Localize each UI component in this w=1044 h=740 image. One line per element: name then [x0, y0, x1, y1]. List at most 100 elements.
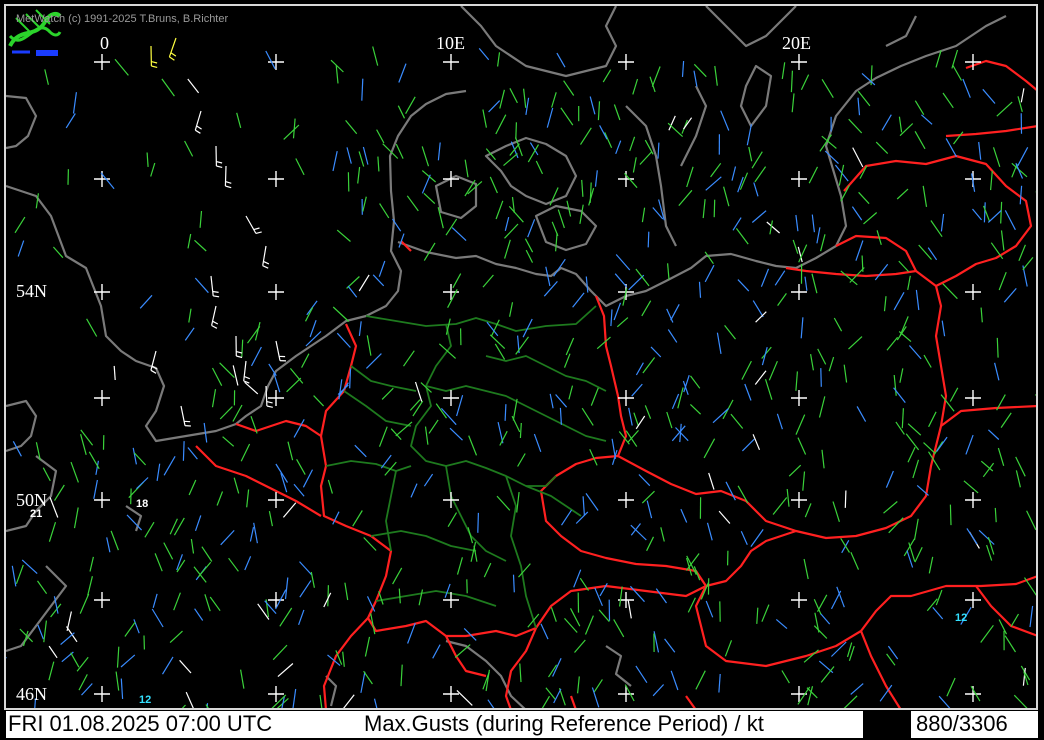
wind-barb: [723, 186, 730, 207]
wind-barb: [66, 611, 72, 632]
wind-barb: [963, 480, 979, 494]
wind-barb: [857, 90, 871, 107]
wind-barb: [631, 383, 643, 397]
wind-barb: [233, 477, 240, 494]
wind-barb: [816, 594, 828, 612]
wind-barb: [477, 512, 479, 533]
wind-barb: [289, 368, 304, 384]
wind-barb: [821, 449, 825, 469]
wind-barb: [302, 469, 314, 488]
wind-barb: [414, 381, 423, 402]
wind-barb: [811, 273, 818, 294]
wind-barb: [120, 678, 124, 699]
wind-barb: [499, 89, 505, 109]
wind-barb: [914, 546, 923, 563]
wind-barb: [635, 268, 650, 287]
grid-cross: [94, 54, 110, 70]
wind-barb: [907, 423, 922, 436]
wind-barb: [635, 665, 648, 684]
wind-barb: [483, 562, 492, 578]
wind-barb: [987, 429, 1000, 440]
wind-barb: [279, 607, 293, 627]
wind-barb: [173, 517, 185, 536]
wind-barb: [791, 93, 795, 113]
wind-barb: [597, 101, 601, 121]
wind-barb: [633, 412, 639, 427]
wind-barb: [1035, 191, 1038, 210]
wind-barb: [795, 371, 798, 391]
wind-barb: [614, 273, 628, 288]
wind-barb: [179, 704, 186, 710]
wind-barb: [201, 546, 213, 562]
wind-barb: [716, 332, 722, 355]
wind-barb: [966, 528, 978, 545]
wind-barb: [667, 329, 678, 343]
wind-barb: [366, 335, 372, 356]
wind-barb: [987, 210, 1002, 223]
wind-barb: [922, 185, 928, 207]
wind-barb: [512, 574, 515, 593]
wind-barb: [843, 364, 848, 383]
wind-barb: [487, 699, 496, 710]
wind-barb: [332, 306, 350, 322]
wind-barb: [752, 434, 761, 451]
wind-barb: [893, 387, 906, 403]
wind-barb: [144, 521, 155, 538]
wind-barb: [87, 576, 93, 596]
weather-map[interactable]: MetWatch (c) 1991-2025 T.Bruns, B.Richte…: [6, 6, 1038, 710]
wind-barb: [754, 370, 767, 385]
wind-barb: [857, 97, 861, 116]
wind-barb: [714, 65, 718, 86]
wind-barb: [358, 151, 365, 167]
wind-barb: [593, 679, 603, 693]
grid-cross: [443, 171, 459, 187]
wind-barb: [272, 644, 288, 661]
wind-barb: [899, 368, 904, 383]
wind-barb: [550, 607, 557, 622]
wind-barb: [275, 340, 287, 362]
wind-barb: [70, 461, 79, 483]
wind-barb: [551, 92, 557, 108]
wind-barb: [940, 213, 945, 232]
wind-barb: [169, 630, 183, 644]
wind-barb: [689, 403, 702, 415]
wind-barb: [509, 88, 518, 104]
wind-barb: [44, 69, 49, 85]
wind-barb: [792, 239, 799, 254]
wind-barb: [949, 387, 959, 402]
wind-barb: [209, 596, 221, 612]
wind-barb: [1004, 210, 1016, 231]
wind-barb: [921, 114, 933, 125]
wind-barb: [509, 302, 514, 317]
wind-barb: [372, 274, 385, 287]
wind-barb: [886, 653, 896, 666]
wind-barb: [397, 105, 406, 119]
wind-barb: [949, 504, 952, 526]
wind-barb: [423, 192, 436, 205]
wind-barb: [752, 300, 764, 318]
wind-barb: [983, 202, 986, 223]
wind-barb: [632, 78, 639, 95]
wind-barb: [421, 174, 431, 194]
wind-barb: [760, 268, 770, 287]
wind-barb: [495, 200, 504, 220]
wind-barb: [37, 580, 48, 595]
wind-barb: [187, 78, 200, 94]
wind-barb: [589, 182, 592, 203]
wind-barb: [596, 336, 611, 350]
wind-barb: [48, 645, 58, 659]
wind-barb: [682, 380, 689, 395]
wind-barb: [980, 307, 983, 323]
wind-barb: [804, 276, 808, 291]
wind-barb: [378, 591, 384, 605]
wind-barb: [741, 438, 755, 452]
wind-barb: [180, 405, 191, 427]
wind-barb: [482, 109, 487, 128]
wind-barb: [972, 208, 982, 221]
wind-barb: [211, 389, 217, 408]
wind-barb: [579, 204, 584, 225]
wind-barb: [818, 396, 826, 418]
grid-cross: [94, 390, 110, 406]
wind-barb: [704, 251, 714, 265]
wind-barb: [907, 275, 911, 291]
